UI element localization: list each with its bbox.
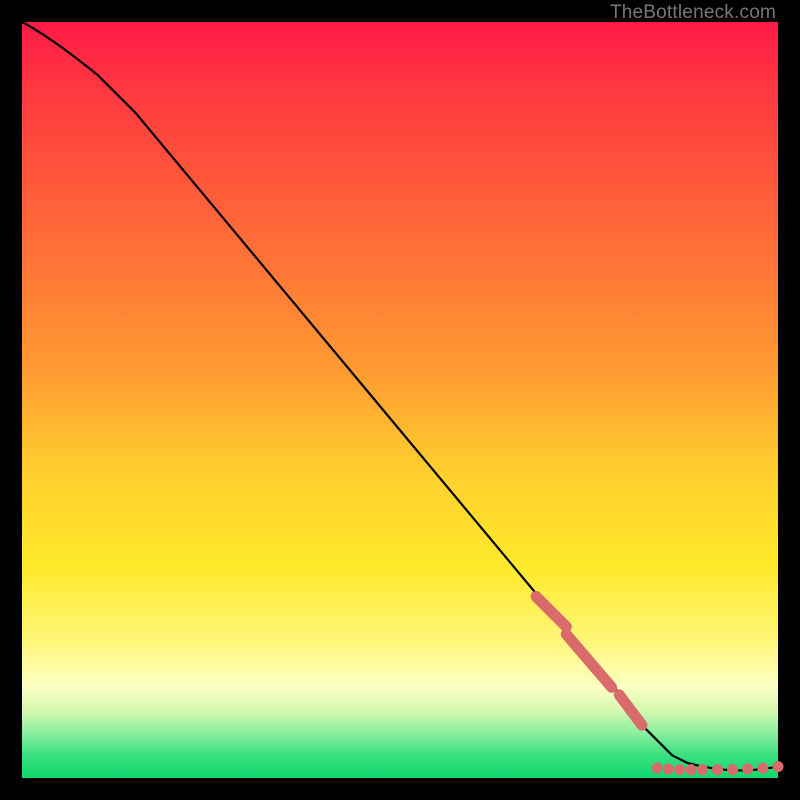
highlight-dot [757,763,768,774]
highlight-clusters [536,597,642,726]
highlight-dot [686,764,697,775]
bottleneck-curve [22,22,778,770]
highlight-dot [742,763,753,774]
highlight-dot [712,764,723,775]
highlight-dash [566,634,611,687]
highlight-dot [652,763,663,774]
curve-svg [22,22,778,778]
highlight-dash [619,695,642,725]
highlight-dot [697,764,708,775]
chart-stage: TheBottleneck.com [0,0,800,800]
highlight-dot [727,764,738,775]
plot-area [22,22,778,778]
highlight-dot [773,761,784,772]
highlight-dots [652,761,784,775]
highlight-dash [536,597,566,627]
highlight-dot [674,764,685,775]
highlight-dot [663,763,674,774]
watermark-text: TheBottleneck.com [610,2,776,24]
